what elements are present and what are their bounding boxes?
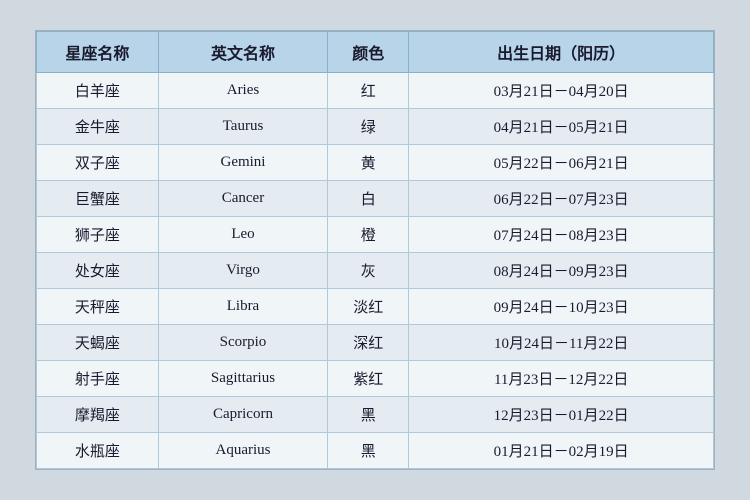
cell-color: 黄 (328, 145, 409, 181)
cell-chinese: 双子座 (37, 145, 159, 181)
cell-date: 10月24日－11月22日 (409, 325, 714, 361)
cell-date: 01月21日－02月19日 (409, 433, 714, 469)
table-row: 摩羯座Capricorn黑12月23日－01月22日 (37, 397, 714, 433)
header-color: 颜色 (328, 32, 409, 73)
cell-chinese: 处女座 (37, 253, 159, 289)
cell-chinese: 水瓶座 (37, 433, 159, 469)
table-row: 天秤座Libra淡红09月24日－10月23日 (37, 289, 714, 325)
cell-color: 红 (328, 73, 409, 109)
table-row: 射手座Sagittarius紫红11月23日－12月22日 (37, 361, 714, 397)
table-header-row: 星座名称 英文名称 颜色 出生日期（阳历） (37, 32, 714, 73)
cell-color: 黑 (328, 433, 409, 469)
cell-english: Virgo (158, 253, 327, 289)
cell-color: 灰 (328, 253, 409, 289)
table-row: 巨蟹座Cancer白06月22日－07月23日 (37, 181, 714, 217)
cell-chinese: 摩羯座 (37, 397, 159, 433)
cell-color: 黑 (328, 397, 409, 433)
zodiac-table: 星座名称 英文名称 颜色 出生日期（阳历） 白羊座Aries红03月21日－04… (36, 31, 714, 469)
cell-chinese: 天蝎座 (37, 325, 159, 361)
cell-english: Libra (158, 289, 327, 325)
cell-date: 12月23日－01月22日 (409, 397, 714, 433)
cell-color: 绿 (328, 109, 409, 145)
header-chinese: 星座名称 (37, 32, 159, 73)
cell-date: 05月22日－06月21日 (409, 145, 714, 181)
table-row: 金牛座Taurus绿04月21日－05月21日 (37, 109, 714, 145)
cell-date: 07月24日－08月23日 (409, 217, 714, 253)
cell-date: 04月21日－05月21日 (409, 109, 714, 145)
zodiac-table-container: 星座名称 英文名称 颜色 出生日期（阳历） 白羊座Aries红03月21日－04… (35, 30, 715, 470)
table-row: 天蝎座Scorpio深红10月24日－11月22日 (37, 325, 714, 361)
header-date: 出生日期（阳历） (409, 32, 714, 73)
cell-date: 06月22日－07月23日 (409, 181, 714, 217)
cell-english: Aquarius (158, 433, 327, 469)
cell-english: Leo (158, 217, 327, 253)
cell-date: 09月24日－10月23日 (409, 289, 714, 325)
cell-english: Scorpio (158, 325, 327, 361)
cell-chinese: 天秤座 (37, 289, 159, 325)
cell-english: Aries (158, 73, 327, 109)
cell-chinese: 狮子座 (37, 217, 159, 253)
table-body: 白羊座Aries红03月21日－04月20日金牛座Taurus绿04月21日－0… (37, 73, 714, 469)
table-row: 狮子座Leo橙07月24日－08月23日 (37, 217, 714, 253)
cell-chinese: 金牛座 (37, 109, 159, 145)
cell-chinese: 射手座 (37, 361, 159, 397)
cell-date: 03月21日－04月20日 (409, 73, 714, 109)
table-row: 水瓶座Aquarius黑01月21日－02月19日 (37, 433, 714, 469)
cell-color: 深红 (328, 325, 409, 361)
cell-date: 08月24日－09月23日 (409, 253, 714, 289)
table-row: 白羊座Aries红03月21日－04月20日 (37, 73, 714, 109)
table-row: 处女座Virgo灰08月24日－09月23日 (37, 253, 714, 289)
cell-color: 淡红 (328, 289, 409, 325)
cell-chinese: 白羊座 (37, 73, 159, 109)
cell-english: Sagittarius (158, 361, 327, 397)
cell-color: 白 (328, 181, 409, 217)
cell-english: Cancer (158, 181, 327, 217)
cell-color: 紫红 (328, 361, 409, 397)
table-row: 双子座Gemini黄05月22日－06月21日 (37, 145, 714, 181)
cell-color: 橙 (328, 217, 409, 253)
cell-english: Taurus (158, 109, 327, 145)
cell-english: Gemini (158, 145, 327, 181)
header-english: 英文名称 (158, 32, 327, 73)
cell-date: 11月23日－12月22日 (409, 361, 714, 397)
cell-chinese: 巨蟹座 (37, 181, 159, 217)
cell-english: Capricorn (158, 397, 327, 433)
